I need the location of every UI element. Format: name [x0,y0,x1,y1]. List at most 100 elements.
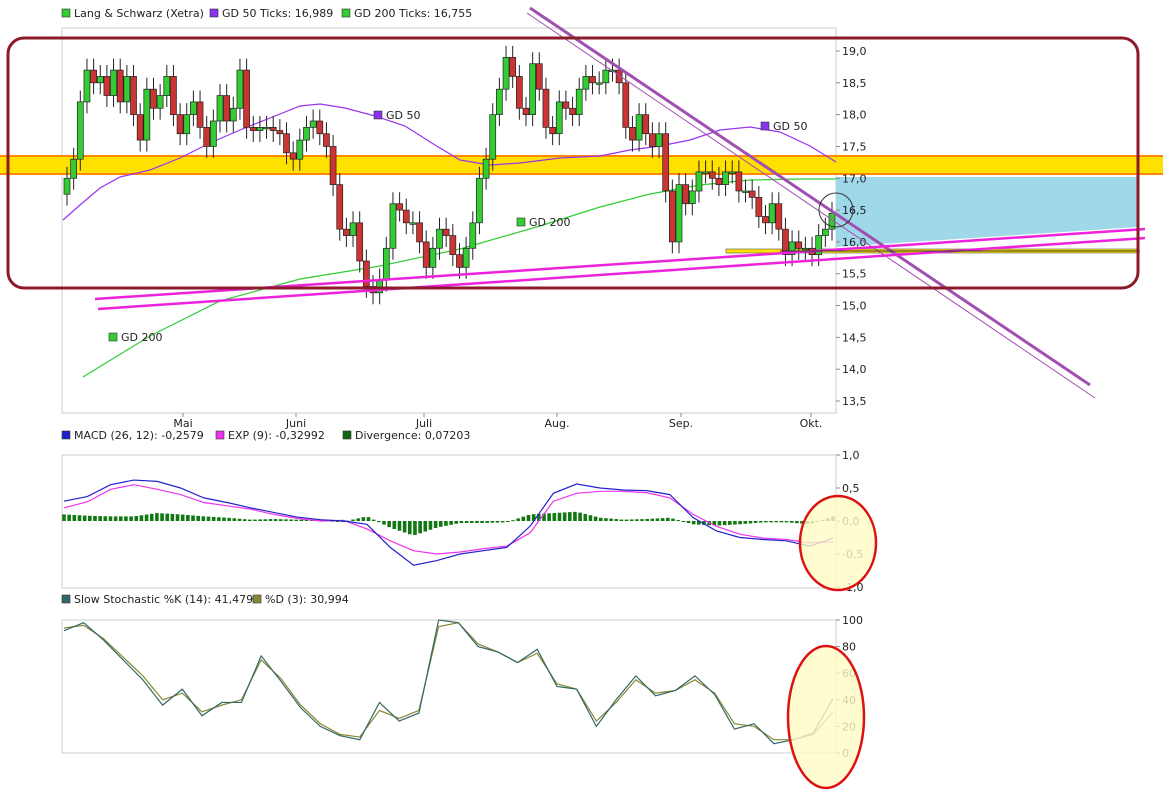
candle-down [662,133,670,192]
divergence-bar [717,521,722,526]
divergence-bar [247,519,252,521]
divergence-bar [748,521,753,524]
price-y-tick-label: 15,5 [842,268,867,281]
candle-up [655,133,663,147]
candle-down [542,88,550,128]
candle-down [629,127,636,141]
divergence-bar [449,521,453,525]
price-y-tick-label: 18,5 [842,77,867,90]
divergence-bar [294,519,299,521]
macd-y-tick-label: 0,5 [842,482,860,495]
macd-highlight-ellipse [798,494,878,592]
price-y-tick-label: 14,0 [842,363,867,376]
divergence-bar [485,521,490,523]
divergence-bar [490,521,495,523]
candle-up [675,184,683,243]
price-legend-item: Lang & Schwarz (Xetra) [74,7,204,20]
candle-up [143,88,151,141]
candle-down [223,95,231,122]
candle-up [462,247,470,268]
x-tick-label: Aug. [545,417,570,430]
price-y-tick-label: 16,5 [842,204,867,217]
candle-up [742,190,749,193]
divergence-bar [191,515,195,521]
macd-y-tick-label: 1,0 [842,449,860,462]
divergence-bar [738,521,742,525]
stochastic-panel-frame [61,619,837,754]
candle-up [76,101,84,160]
divergence-bar [407,521,412,535]
divergence-bar [118,516,123,521]
candle-up [821,228,829,236]
divergence-bar [433,521,438,529]
candle-down [622,82,630,128]
divergence-bar [196,515,200,521]
divergence-bar [278,519,283,521]
divergence-bar [165,513,170,521]
divergence-bar [397,521,402,531]
candle-down [449,235,457,255]
divergence-bar [377,521,381,523]
candle-up [382,247,390,281]
candle-down [642,114,650,135]
divergence-bar [764,521,768,523]
candle-up [469,222,477,249]
target-zone-area [836,177,1138,247]
divergence-bar [155,513,159,521]
candle-down [748,190,756,198]
candle-up [555,101,563,135]
divergence-bar [371,519,376,521]
candle-up [303,127,310,141]
divergence-bar [686,521,691,523]
candle-down [176,114,184,135]
stoch-legend-item-swatch [61,594,71,604]
candle-down [396,203,403,211]
candle-down [442,228,450,236]
macd-legend-item-swatch [215,430,225,440]
candle-down [569,107,576,115]
candle-down [456,254,463,268]
price-legend-item: GD 200 Ticks: 16,755 [354,7,472,20]
divergence-bar [650,518,655,521]
candle-up [209,120,217,147]
candle-down [276,130,284,135]
candle-down [649,133,656,147]
divergence-bar [645,518,650,521]
candle-up [63,177,71,195]
candle-up [83,69,91,103]
candle-up [702,171,709,174]
candle-up [229,107,237,122]
x-tick-label: Okt. [800,417,823,430]
gd50-label-swatch [760,121,770,131]
divergence-bar [139,515,144,521]
divergence-bar [562,512,567,521]
divergence-bar [72,514,77,521]
price-y-tick-label: 17,5 [842,140,867,153]
macd-legend-item: MACD (26, 12): -0,2579 [74,429,204,442]
divergence-bar [526,514,531,521]
candle-up [602,69,610,84]
candle-down [522,107,530,115]
price-legend-item-swatch [209,8,219,18]
candle-up [110,69,117,96]
divergence-bar [516,518,520,521]
candle-down [116,69,124,103]
divergence-bar [129,516,133,521]
divergence-bar [113,516,118,521]
divergence-bar [237,518,242,521]
divergence-bar [604,518,608,521]
divergence-bar [547,513,551,521]
stoch-legend-item-swatch [252,594,262,604]
divergence-bar [351,519,355,521]
divergence-bar [170,513,175,521]
divergence-bar [392,521,397,529]
price-y-tick-label: 19,0 [842,45,867,58]
gd50-label: GD 50 [773,120,808,133]
candle-up [768,203,776,224]
divergence-bar [242,519,247,521]
candle-up [582,76,590,90]
divergence-bar [521,516,526,521]
divergence-bar [598,517,603,521]
divergence-bar [98,516,102,521]
divergence-bar [103,516,108,521]
